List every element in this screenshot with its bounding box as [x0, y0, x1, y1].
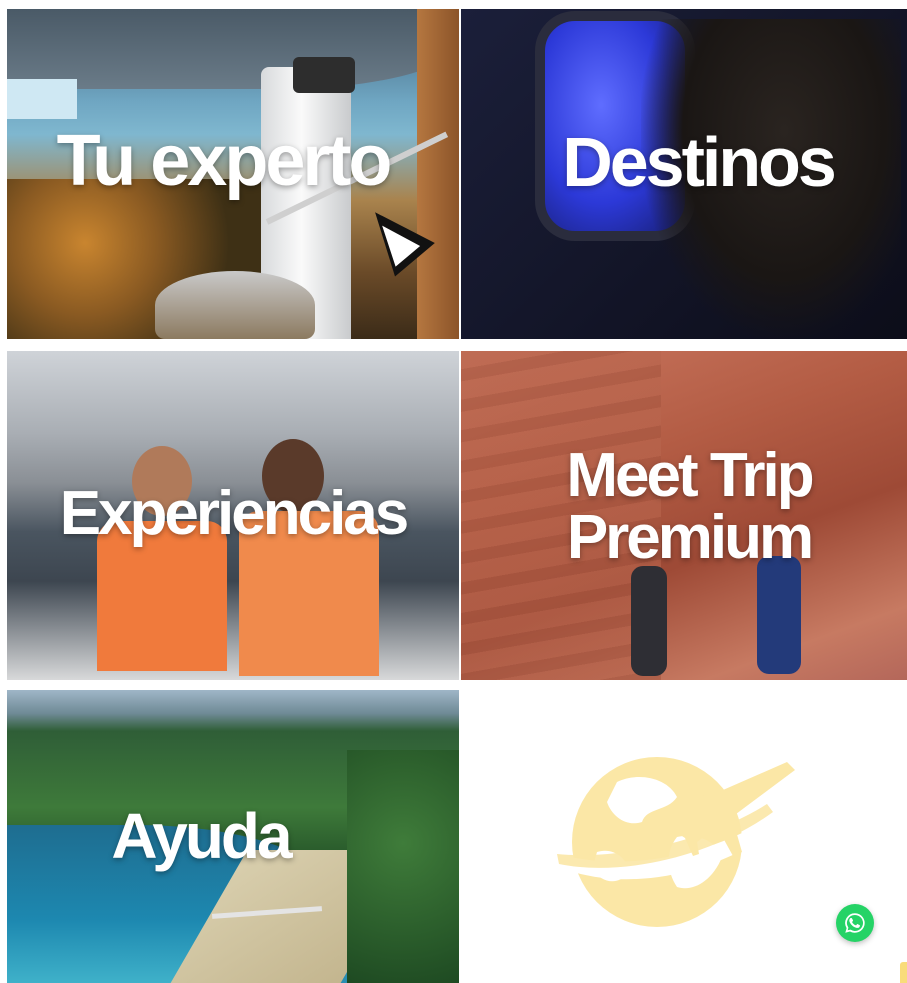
tile-label-line-1: Meet Trip — [566, 440, 814, 510]
mate-cup-image-part — [155, 271, 315, 339]
glacier-image-part — [7, 79, 77, 119]
wooden-rail-image-part — [417, 9, 459, 339]
tile-meet-trip-premium[interactable]: Meet Trip Premium — [461, 351, 907, 680]
hiker-image-part — [757, 556, 801, 674]
tile-label-meet-trip-premium: Meet Trip Premium — [566, 440, 814, 572]
tile-tu-experto[interactable]: Tu experto — [7, 9, 459, 339]
tile-destinos[interactable]: Destinos — [461, 9, 907, 339]
tile-experiencias[interactable]: Experiencias — [7, 351, 459, 680]
decorative-edge — [900, 962, 907, 983]
hiker-image-part — [631, 566, 667, 676]
thermos-cap-image-part — [293, 57, 355, 93]
whatsapp-icon — [845, 913, 865, 933]
tile-label-destinos: Destinos — [562, 123, 837, 201]
tile-ayuda[interactable]: Ayuda — [7, 690, 459, 983]
logo-tile — [461, 690, 907, 983]
mountain-image-part — [7, 9, 459, 89]
tile-label-ayuda: Ayuda — [111, 799, 292, 872]
tile-label-experiencias: Experiencias — [59, 478, 410, 548]
tile-label-line-2: Premium — [566, 502, 814, 572]
whatsapp-button[interactable] — [836, 904, 874, 942]
forest-image-part — [347, 750, 459, 983]
globe-airplane-icon — [557, 757, 795, 927]
tile-label-tu-experto: Tu experto — [56, 121, 393, 201]
